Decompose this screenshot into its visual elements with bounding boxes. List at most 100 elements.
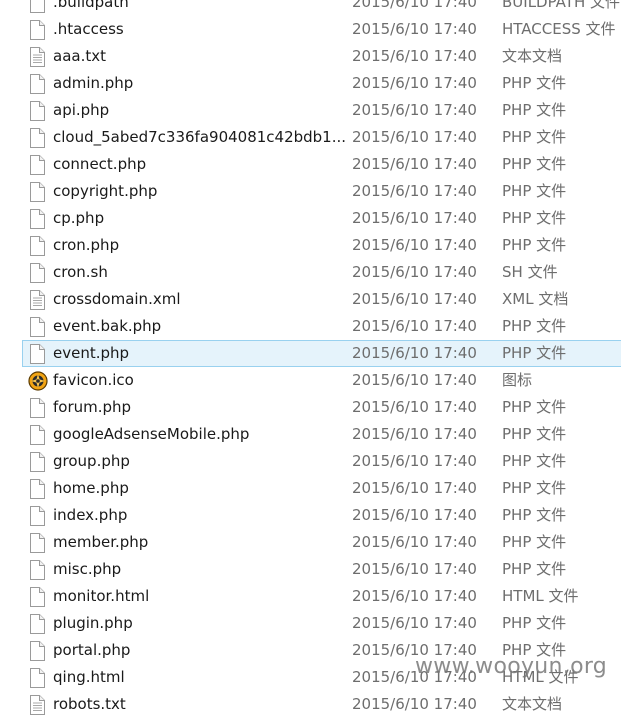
file-date-modified: 2015/6/10 17:40: [352, 560, 477, 578]
file-name: cp.php: [53, 209, 105, 227]
file-date-modified: 2015/6/10 17:40: [352, 128, 477, 146]
file-row[interactable]: monitor.html 2015/6/10 17:40 HTML 文件: [0, 583, 621, 610]
file-row[interactable]: cp.php 2015/6/10 17:40 PHP 文件: [0, 205, 621, 232]
file-name: member.php: [53, 533, 149, 551]
file-row[interactable]: .htaccess 2015/6/10 17:40 HTACCESS 文件: [0, 16, 621, 43]
file-type: PHP 文件: [502, 182, 567, 200]
file-date-modified: 2015/6/10 17:40: [352, 398, 477, 416]
file-type: PHP 文件: [502, 344, 567, 362]
file-row[interactable]: .buildpath 2015/6/10 17:40 BUILDPATH 文件: [0, 0, 621, 16]
file-type: PHP 文件: [502, 560, 567, 578]
file-row[interactable]: index.php 2015/6/10 17:40 PHP 文件: [0, 502, 621, 529]
file-type: PHP 文件: [502, 452, 567, 470]
file-name: monitor.html: [53, 587, 150, 605]
file-name: event.bak.php: [53, 317, 162, 335]
file-name: misc.php: [53, 560, 122, 578]
file-date-modified: 2015/6/10 17:40: [352, 317, 477, 335]
file-date-modified: 2015/6/10 17:40: [352, 209, 477, 227]
blank-file-icon: [28, 587, 46, 607]
file-row[interactable]: admin.php 2015/6/10 17:40 PHP 文件: [0, 70, 621, 97]
blank-file-icon: [28, 155, 46, 175]
file-date-modified: 2015/6/10 17:40: [352, 182, 477, 200]
file-date-modified: 2015/6/10 17:40: [352, 452, 477, 470]
file-name: copyright.php: [53, 182, 158, 200]
blank-file-icon: [28, 182, 46, 202]
file-row[interactable]: cron.sh 2015/6/10 17:40 SH 文件: [0, 259, 621, 286]
file-date-modified: 2015/6/10 17:40: [352, 506, 477, 524]
blank-file-icon: [28, 101, 46, 121]
file-row[interactable]: event.bak.php 2015/6/10 17:40 PHP 文件: [0, 313, 621, 340]
file-list: .buildpath 2015/6/10 17:40 BUILDPATH 文件 .ht…: [0, 0, 621, 718]
file-row[interactable]: plugin.php 2015/6/10 17:40 PHP 文件: [0, 610, 621, 637]
file-type: 图标: [502, 371, 533, 389]
file-date-modified: 2015/6/10 17:40: [352, 371, 477, 389]
file-type: HTACCESS 文件: [502, 20, 616, 38]
blank-file-icon: [28, 452, 46, 472]
file-name: event.php: [53, 344, 130, 362]
file-type: PHP 文件: [502, 209, 567, 227]
file-row[interactable]: crossdomain.xml 2015/6/10 17:40 XML 文档: [0, 286, 621, 313]
file-date-modified: 2015/6/10 17:40: [352, 155, 477, 173]
file-row[interactable]: forum.php 2015/6/10 17:40 PHP 文件: [0, 394, 621, 421]
blank-file-icon: [28, 668, 46, 688]
blank-file-icon: [28, 533, 46, 553]
file-name: qing.html: [53, 668, 125, 686]
file-type: PHP 文件: [502, 425, 567, 443]
file-date-modified: 2015/6/10 17:40: [352, 263, 477, 281]
blank-file-icon: [28, 560, 46, 580]
file-date-modified: 2015/6/10 17:40: [352, 101, 477, 119]
file-type: BUILDPATH 文件: [502, 0, 620, 11]
file-row[interactable]: robots.txt 2015/6/10 17:40 文本文档: [0, 691, 621, 718]
file-date-modified: 2015/6/10 17:40: [352, 533, 477, 551]
file-row[interactable]: connect.php 2015/6/10 17:40 PHP 文件: [0, 151, 621, 178]
file-name: favicon.ico: [53, 371, 134, 389]
file-type: PHP 文件: [502, 479, 567, 497]
text-file-icon: [28, 290, 46, 310]
file-type: PHP 文件: [502, 128, 567, 146]
watermark-text: www.wooyun.org: [415, 654, 608, 679]
file-name: crossdomain.xml: [53, 290, 181, 308]
file-row-selected[interactable]: event.php 2015/6/10 17:40 PHP 文件: [0, 340, 621, 367]
blank-file-icon: [28, 344, 46, 364]
file-date-modified: 2015/6/10 17:40: [352, 614, 477, 632]
file-date-modified: 2015/6/10 17:40: [352, 344, 477, 362]
blank-file-icon: [28, 236, 46, 256]
blank-file-icon: [28, 0, 46, 13]
file-row[interactable]: aaa.txt 2015/6/10 17:40 文本文档: [0, 43, 621, 70]
blank-file-icon: [28, 479, 46, 499]
text-file-icon: [28, 47, 46, 67]
file-name: portal.php: [53, 641, 131, 659]
file-name: cron.sh: [53, 263, 108, 281]
file-type: SH 文件: [502, 263, 558, 281]
file-type: PHP 文件: [502, 155, 567, 173]
blank-file-icon: [28, 425, 46, 445]
blank-file-icon: [28, 263, 46, 283]
file-row[interactable]: cron.php 2015/6/10 17:40 PHP 文件: [0, 232, 621, 259]
file-date-modified: 2015/6/10 17:40: [352, 74, 477, 92]
file-type: PHP 文件: [502, 317, 567, 335]
file-row[interactable]: favicon.ico 2015/6/10 17:40 图标: [0, 367, 621, 394]
blank-file-icon: [28, 74, 46, 94]
file-name: aaa.txt: [53, 47, 106, 65]
file-row[interactable]: api.php 2015/6/10 17:40 PHP 文件: [0, 97, 621, 124]
file-date-modified: 2015/6/10 17:40: [352, 236, 477, 254]
file-row[interactable]: googleAdsenseMobile.php 2015/6/10 17:40 PH…: [0, 421, 621, 448]
file-name: home.php: [53, 479, 129, 497]
file-row[interactable]: member.php 2015/6/10 17:40 PHP 文件: [0, 529, 621, 556]
file-name: robots.txt: [53, 695, 126, 713]
file-date-modified: 2015/6/10 17:40: [352, 290, 477, 308]
file-name: connect.php: [53, 155, 147, 173]
blank-file-icon: [28, 128, 46, 148]
file-type: PHP 文件: [502, 74, 567, 92]
file-name: .htaccess: [53, 20, 124, 38]
file-row[interactable]: group.php 2015/6/10 17:40 PHP 文件: [0, 448, 621, 475]
file-row[interactable]: misc.php 2015/6/10 17:40 PHP 文件: [0, 556, 621, 583]
file-date-modified: 2015/6/10 17:40: [352, 20, 477, 38]
file-row[interactable]: copyright.php 2015/6/10 17:40 PHP 文件: [0, 178, 621, 205]
blank-file-icon: [28, 20, 46, 40]
file-row[interactable]: cloud_5abed7c336fa904081c42bdb1... 2015/6…: [0, 124, 621, 151]
file-type: PHP 文件: [502, 101, 567, 119]
file-row[interactable]: home.php 2015/6/10 17:40 PHP 文件: [0, 475, 621, 502]
file-type: 文本文档: [502, 695, 563, 713]
file-name: group.php: [53, 452, 130, 470]
